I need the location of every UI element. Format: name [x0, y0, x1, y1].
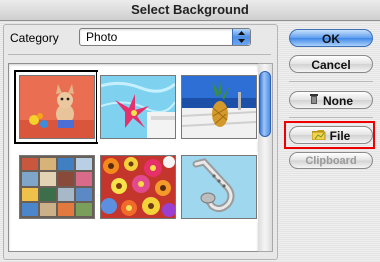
thumbnail-saxophone[interactable] — [178, 152, 258, 222]
clipboard-button[interactable]: Clipboard — [289, 152, 373, 169]
none-button[interactable]: None — [289, 91, 373, 109]
separator — [289, 81, 373, 82]
dialog-window: Select Background Category Photo OK Canc… — [0, 0, 380, 262]
flower-pool-image — [100, 75, 176, 139]
select-arrows-icon — [232, 29, 250, 45]
vertical-scrollbar[interactable] — [258, 63, 273, 252]
file-label: File — [329, 129, 351, 143]
separator — [8, 54, 271, 55]
thumbnail-grid — [8, 63, 259, 252]
thumbnail-flower-pool[interactable] — [97, 72, 177, 142]
trash-icon — [309, 92, 319, 110]
cancel-button[interactable]: Cancel — [289, 55, 373, 73]
thumbnail-chihuahua[interactable] — [14, 70, 98, 144]
thumbnail-flower-bouquet[interactable] — [97, 152, 177, 222]
window-title: Select Background — [0, 0, 380, 21]
thumbnail-pineapple-beach[interactable] — [178, 72, 258, 142]
scrollbar-thumb[interactable] — [259, 71, 271, 137]
saxophone-image — [181, 155, 257, 219]
category-select[interactable]: Photo — [79, 28, 251, 46]
photo-collage-image — [19, 155, 95, 219]
separator — [289, 117, 373, 118]
ok-button[interactable]: OK — [289, 29, 373, 47]
folder-icon — [311, 127, 326, 145]
flower-bouquet-image — [100, 155, 176, 219]
thumbnail-photo-collage[interactable] — [16, 152, 96, 222]
chihuahua-image — [19, 75, 95, 139]
pineapple-beach-image — [181, 75, 257, 139]
category-value: Photo — [86, 30, 118, 44]
category-label: Category — [10, 31, 59, 45]
file-button[interactable]: File — [289, 126, 373, 144]
none-label: None — [323, 94, 353, 108]
